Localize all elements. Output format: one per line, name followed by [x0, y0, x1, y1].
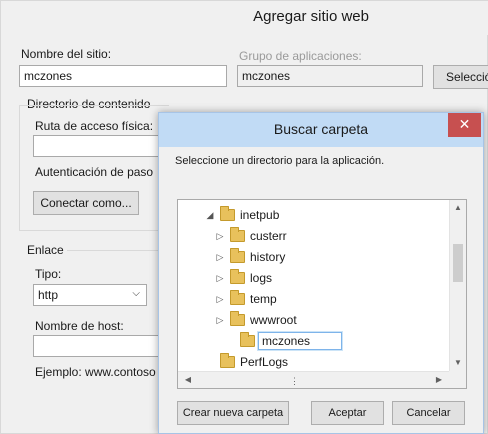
protocol-type-select[interactable]: http ⌵ [33, 284, 147, 306]
scroll-left-icon[interactable]: ◀ [180, 375, 196, 384]
tree-item-temp[interactable]: ▷ temp [178, 289, 450, 309]
protocol-type-value: http [38, 288, 59, 302]
tree-item-new-folder[interactable]: mczones [178, 331, 450, 351]
folder-icon [230, 290, 245, 305]
binding-label: Enlace [27, 243, 64, 257]
site-name-label: Nombre del sitio: [21, 47, 112, 61]
horizontal-scrollbar[interactable]: ◀ ⋮ ▶ [178, 371, 449, 388]
dialog-instruction: Seleccione un directorio para la aplicac… [175, 155, 385, 167]
browse-folder-dialog: Buscar carpeta ✕ Seleccione un directori… [158, 112, 484, 434]
new-folder-name-input[interactable]: mczones [257, 331, 343, 351]
folder-icon [220, 353, 235, 368]
tree-item-inetpub[interactable]: ◢ inetpub [178, 205, 450, 225]
cancel-button[interactable]: Cancelar [392, 401, 465, 425]
tree-item-custerr[interactable]: ▷ custerr [178, 226, 450, 246]
site-name-input[interactable]: mczones [19, 65, 227, 87]
new-folder-button[interactable]: Crear nueva carpeta [177, 401, 289, 425]
tree-item-label: logs [250, 271, 273, 285]
close-icon[interactable]: ✕ [448, 113, 481, 137]
window-titlebar: Agregar sitio web [1, 1, 488, 35]
triangle-down-icon[interactable]: ◢ [205, 205, 215, 225]
connect-as-button[interactable]: Conectar como... [33, 191, 139, 215]
tree-item-wwwroot[interactable]: ▷ wwwroot [178, 310, 450, 330]
folder-icon [220, 206, 235, 221]
type-label: Tipo: [35, 267, 62, 281]
tree-item-label: PerfLogs [240, 355, 289, 369]
tree-item-logs[interactable]: ▷ logs [178, 268, 450, 288]
app-pool-field: mczones [237, 65, 423, 87]
folder-tree[interactable]: ◢ inetpub ▷ custerr ▷ history ▷ logs ▷ t… [177, 199, 467, 389]
dialog-titlebar: Buscar carpeta ✕ [159, 113, 483, 147]
tree-item-perflogs[interactable]: PerfLogs [178, 352, 450, 372]
folder-icon [230, 227, 245, 242]
scroll-right-icon[interactable]: ▶ [431, 375, 447, 384]
folder-icon [240, 332, 255, 347]
app-pool-label: Grupo de aplicaciones: [239, 49, 362, 63]
triangle-right-icon[interactable]: ▷ [215, 226, 225, 246]
vertical-scrollbar[interactable]: ▲ ▼ [449, 200, 466, 372]
host-name-label: Nombre de host: [35, 319, 124, 333]
host-name-example: Ejemplo: www.contoso [35, 365, 156, 379]
tree-item-label: inetpub [240, 208, 280, 222]
horizontal-scroll-grip-icon[interactable]: ⋮ [290, 376, 299, 386]
physical-path-input[interactable] [33, 135, 163, 157]
triangle-right-icon[interactable]: ▷ [215, 289, 225, 309]
ok-button[interactable]: Aceptar [311, 401, 384, 425]
triangle-right-icon[interactable]: ▷ [215, 247, 225, 267]
tree-item-label: custerr [250, 229, 287, 243]
scroll-down-icon[interactable]: ▼ [450, 358, 466, 367]
folder-icon [230, 248, 245, 263]
tree-item-label: temp [250, 292, 277, 306]
scroll-up-icon[interactable]: ▲ [450, 203, 466, 212]
triangle-right-icon[interactable]: ▷ [215, 310, 225, 330]
triangle-right-icon[interactable]: ▷ [215, 268, 225, 288]
chevron-down-icon: ⌵ [132, 288, 140, 299]
host-name-input[interactable] [33, 335, 163, 357]
binding-separator [67, 250, 159, 251]
tree-item-label: wwwroot [250, 313, 297, 327]
folder-icon [230, 269, 245, 284]
tree-item-history[interactable]: ▷ history [178, 247, 450, 267]
scrollbar-corner [449, 371, 466, 388]
vertical-scroll-thumb[interactable] [453, 244, 463, 282]
folder-icon [230, 311, 245, 326]
pass-through-auth-label: Autenticación de paso [35, 165, 154, 179]
dialog-title: Buscar carpeta [273, 121, 369, 137]
select-app-pool-button[interactable]: Selecció [433, 65, 488, 89]
window-title: Agregar sitio web [253, 8, 369, 25]
physical-path-label: Ruta de acceso física: [35, 119, 154, 133]
tree-item-label: history [250, 250, 286, 264]
